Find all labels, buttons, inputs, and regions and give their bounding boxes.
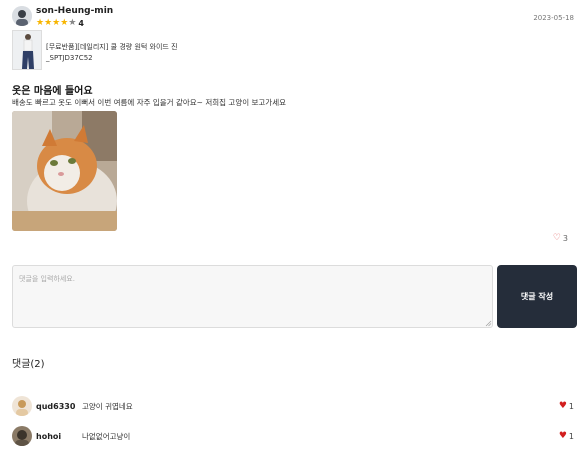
- commenter-avatar[interactable]: [12, 426, 32, 446]
- product-name[interactable]: [무료반품][데일리지] 쿨 경량 원턱 와이드 진 _SPTJD37C52: [46, 42, 196, 64]
- review-photo[interactable]: [12, 111, 117, 231]
- star-rating: ★ ★ ★ ★ ★ 4: [36, 18, 84, 28]
- comment-text: 고양이 귀엽네요: [82, 401, 133, 411]
- comment-like-button[interactable]: ♥ 1: [559, 401, 574, 411]
- heart-filled-icon: ♥: [558, 431, 567, 441]
- comment-text: 나없없어고냥이: [82, 431, 131, 441]
- comment-item: hohoi 나없없어고냥이 ♥ 1: [12, 425, 574, 447]
- review-title: 옷은 마음에 들어요: [12, 86, 93, 97]
- star-icon: ★: [44, 17, 53, 28]
- commenter-username[interactable]: qud6330: [36, 402, 80, 411]
- product-thumbnail[interactable]: [12, 30, 42, 70]
- commenter-avatar[interactable]: [12, 396, 32, 416]
- submit-comment-button[interactable]: 댓글 작성: [497, 265, 577, 328]
- rating-value: 4: [78, 18, 84, 28]
- heart-filled-icon: ♥: [558, 401, 567, 411]
- review-like-button[interactable]: ♡ 3: [553, 233, 568, 243]
- comment-like-count: 1: [568, 401, 574, 411]
- review-like-count: 3: [562, 233, 568, 243]
- star-icon: ★: [52, 17, 61, 28]
- comment-like-button[interactable]: ♥ 1: [559, 431, 574, 441]
- reviewer-avatar[interactable]: [12, 6, 32, 26]
- comment-item: qud6330 고양이 귀엽네요 ♥ 1: [12, 395, 574, 417]
- comment-like-count: 1: [568, 431, 574, 441]
- star-icon: ★: [60, 17, 69, 28]
- review-date: 2023-05-18: [533, 14, 574, 22]
- review-body: 배송도 빠르고 옷도 이뻐서 이번 여름에 자주 입을거 같아요~ 저희집 고양…: [12, 98, 287, 107]
- comment-input[interactable]: [12, 265, 493, 328]
- reviewer-username[interactable]: son-Heung-min: [36, 6, 113, 16]
- heart-outline-icon: ♡: [552, 233, 561, 243]
- comments-heading: 댓글(2): [12, 359, 45, 370]
- star-icon: ★: [68, 17, 77, 28]
- star-icon: ★: [36, 17, 45, 28]
- resize-grip-icon[interactable]: [485, 320, 492, 327]
- commenter-username[interactable]: hohoi: [36, 432, 80, 441]
